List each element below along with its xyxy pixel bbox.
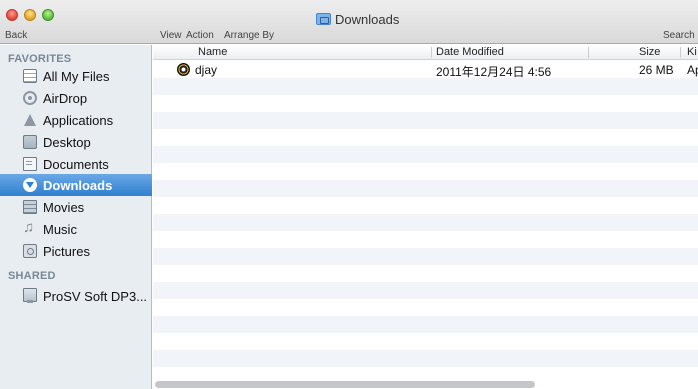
back-button[interactable]: Back <box>5 30 27 41</box>
table-row[interactable]: djay 2011年12月24日 4:56 26 MB Ap <box>153 61 698 79</box>
zoom-button[interactable] <box>42 9 54 21</box>
music-icon <box>23 219 37 236</box>
sidebar-item-desktop[interactable]: Desktop <box>0 131 152 153</box>
djay-app-icon <box>177 63 190 76</box>
sidebar-item-label: Documents <box>43 156 109 172</box>
action-button[interactable]: Action <box>186 30 214 41</box>
search-field[interactable]: Search <box>663 30 695 41</box>
sidebar-item-all-my-files[interactable]: All My Files <box>0 65 152 87</box>
all-files-icon <box>23 69 37 83</box>
file-rows: djay 2011年12月24日 4:56 26 MB Ap <box>153 61 698 379</box>
column-header-size[interactable]: Size <box>639 46 660 58</box>
file-kind: Ap <box>687 63 698 77</box>
documents-icon <box>23 157 37 171</box>
column-divider[interactable] <box>588 47 589 58</box>
column-header-name[interactable]: Name <box>198 46 227 58</box>
sidebar-heading-shared: SHARED <box>8 270 56 282</box>
window-title-text: Downloads <box>335 11 400 27</box>
sidebar-item-label: Pictures <box>43 243 90 259</box>
sidebar-item-label: Downloads <box>43 177 113 193</box>
view-button[interactable]: View <box>160 30 182 41</box>
desktop-icon <box>23 135 37 149</box>
horizontal-scrollbar[interactable] <box>155 381 535 388</box>
sidebar-item-music[interactable]: Music <box>0 218 152 240</box>
sidebar-item-label: ProSV Soft DP3... <box>43 288 148 304</box>
column-header-kind[interactable]: Ki <box>687 46 697 58</box>
sidebar-item-label: Movies <box>43 199 85 215</box>
file-name: djay <box>195 63 218 77</box>
sidebar-item-pictures[interactable]: Pictures <box>0 240 152 262</box>
column-divider[interactable] <box>680 47 681 58</box>
sidebar-item-movies[interactable]: Movies <box>0 196 152 218</box>
applications-icon <box>23 113 37 127</box>
sidebar-heading-favorites: FAVORITES <box>8 53 72 65</box>
column-header-date[interactable]: Date Modified <box>436 46 504 58</box>
sidebar-item-label: Music <box>43 221 77 237</box>
file-size: 26 MB <box>639 63 674 77</box>
column-divider[interactable] <box>431 47 432 58</box>
minimize-button[interactable] <box>24 9 36 21</box>
file-date-modified: 2011年12月24日 4:56 <box>436 65 552 79</box>
downloads-folder-icon <box>316 13 331 25</box>
sidebar-item-label: Desktop <box>43 134 91 150</box>
downloads-icon <box>23 178 37 192</box>
pictures-icon <box>23 244 37 258</box>
sidebar-item-label: AirDrop <box>43 90 88 106</box>
close-button[interactable] <box>6 9 18 21</box>
sidebar-item-label: Applications <box>43 112 114 128</box>
sidebar: FAVORITES All My Files AirDrop Applicati… <box>0 45 152 389</box>
computer-icon <box>23 287 37 303</box>
window-toolbar: Downloads Back View Action Arrange By Se… <box>0 0 698 44</box>
column-header: Name Date Modified Size Ki <box>153 45 698 60</box>
window-title: Downloads <box>316 11 399 27</box>
sidebar-item-airdrop[interactable]: AirDrop <box>0 87 152 109</box>
sidebar-item-label: All My Files <box>43 68 110 84</box>
sidebar-item-applications[interactable]: Applications <box>0 109 152 131</box>
sidebar-item-shared-computer[interactable]: ProSV Soft DP3... <box>0 285 152 307</box>
sidebar-item-documents[interactable]: Documents <box>0 153 152 175</box>
arrange-by-button[interactable]: Arrange By <box>224 30 274 41</box>
airdrop-icon <box>23 91 37 105</box>
file-list-view: Name Date Modified Size Ki djay 2011年12月… <box>153 45 698 389</box>
sidebar-item-downloads[interactable]: Downloads <box>0 174 152 196</box>
movies-icon <box>23 200 37 214</box>
